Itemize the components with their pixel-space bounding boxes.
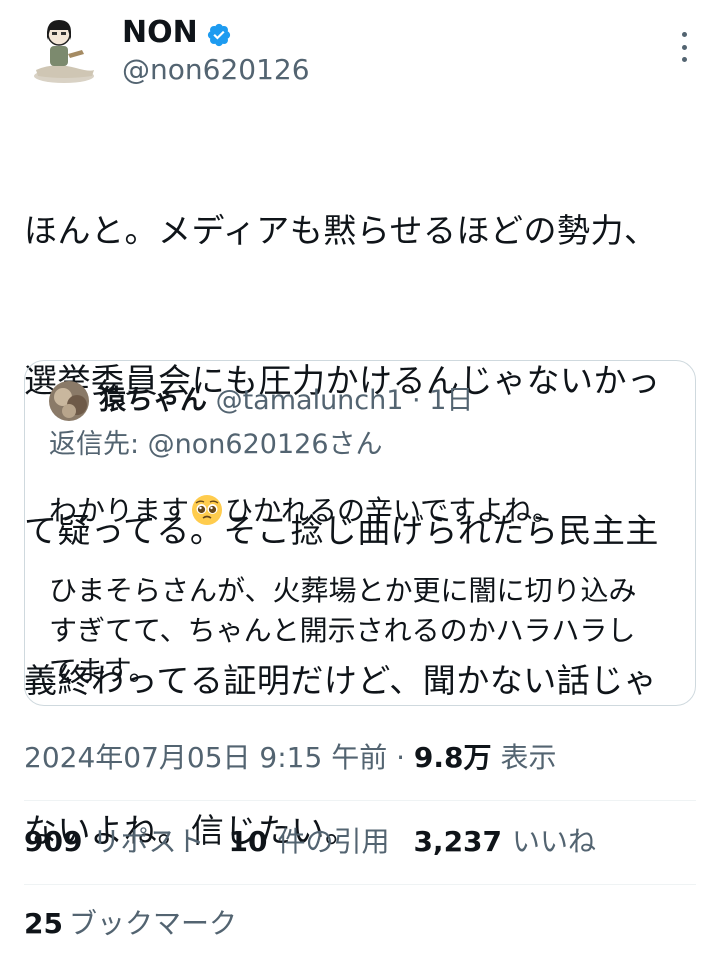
quotes-stat[interactable]: 10 件の引用 [228, 820, 389, 864]
quote-separator: · [412, 385, 421, 416]
likes-count: 3,237 [413, 825, 503, 858]
quote-line: わかります ひかれるの辛いですよね。 [49, 491, 679, 531]
quote-line: ひまそらさんが、火葬場とか更に闇に切り込み [49, 574, 637, 607]
meta-separator: · [396, 741, 406, 774]
quote-author-handle[interactable]: @tamalunch1 [216, 385, 404, 416]
author-name-text: NON [122, 15, 198, 50]
bookmarks-stat[interactable]: 25 ブックマーク [24, 902, 237, 946]
quote-body: わかります ひかれるの辛いですよね。 ひまそらさんが、火葬場とか更に闇に切り込み [49, 491, 679, 691]
bookmarks-count: 25 [24, 907, 63, 940]
tweet-meta: 2024年07月05日 9:15 午前 · 9.8万 表示 [24, 738, 556, 778]
likes-label: いいね [512, 825, 597, 858]
views-count: 9.8万 [413, 741, 492, 774]
pleading-face-emoji-icon [191, 494, 223, 526]
divider [24, 884, 696, 885]
quote-author-name[interactable]: 猿ちゃん [99, 385, 207, 416]
quote-author-avatar[interactable] [49, 381, 89, 421]
engagement-stats: 909 リポスト 10 件の引用 3,237 いいね [24, 820, 620, 864]
bookmarks-label: ブックマーク [68, 907, 237, 940]
quote-date[interactable]: 1日 [429, 385, 473, 416]
quotes-count: 10 [228, 825, 268, 858]
verified-badge-icon [206, 20, 232, 47]
quote-header: 猿ちゃん @tamalunch1 · 1日 [99, 383, 473, 419]
divider [24, 800, 696, 801]
reposts-label: リポスト [92, 825, 205, 858]
quote-line-text: ひかれるの辛いですよね。 [225, 494, 561, 527]
quote-line: てます。 [49, 654, 157, 687]
reposts-stat[interactable]: 909 リポスト [24, 820, 204, 864]
tweet-detail: NON @non620126 ほんと。メディアも黙らせるほどの勢力、 選挙委員会… [0, 0, 720, 963]
quoted-tweet-card[interactable]: 猿ちゃん @tamalunch1 · 1日 返信先: @non620126さん … [24, 360, 696, 706]
quote-reply-to: 返信先: @non620126さん [49, 429, 383, 460]
more-options-icon[interactable] [672, 32, 696, 62]
reposts-count: 909 [24, 825, 83, 858]
quote-line-text: わかります [49, 494, 190, 527]
tweet-line: ほんと。メディアも黙らせるほどの勢力、 [24, 211, 658, 250]
likes-stat[interactable]: 3,237 いいね [413, 820, 596, 864]
quote-line: すぎてて、ちゃんと開示されるのかハラハラし [49, 614, 636, 647]
author-handle[interactable]: @non620126 [122, 52, 310, 88]
tweet-timestamp[interactable]: 2024年07月05日 9:15 午前 [24, 741, 387, 774]
author-avatar[interactable] [24, 10, 100, 86]
views-label: 表示 [500, 741, 557, 774]
quotes-label: 件の引用 [277, 825, 390, 858]
author-name[interactable]: NON [122, 14, 232, 52]
